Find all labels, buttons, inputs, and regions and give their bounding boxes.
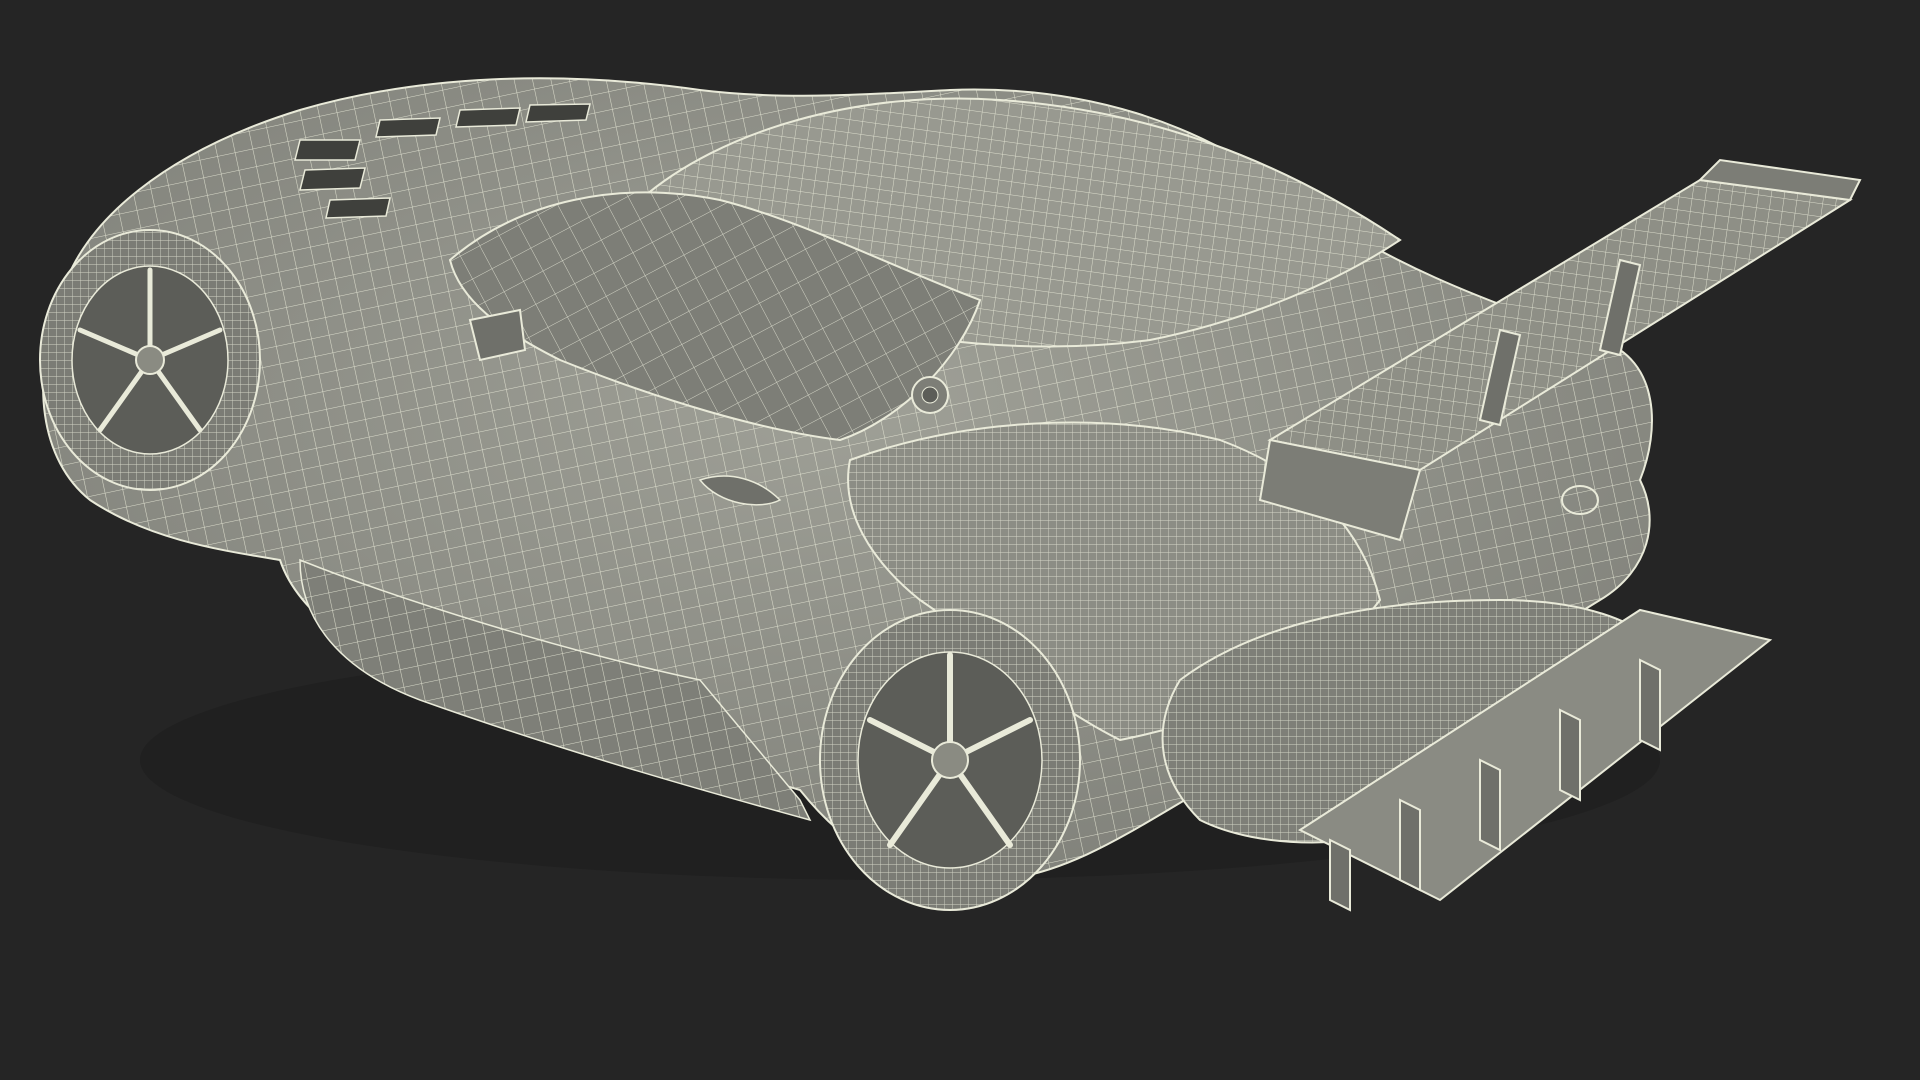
car-wireframe-render [39, 77, 1862, 912]
render-viewport [0, 0, 1920, 1080]
fuel-cap [911, 376, 949, 414]
front-wheel [39, 229, 261, 491]
side-mirror [468, 308, 527, 362]
rear-wheel [819, 609, 1081, 911]
